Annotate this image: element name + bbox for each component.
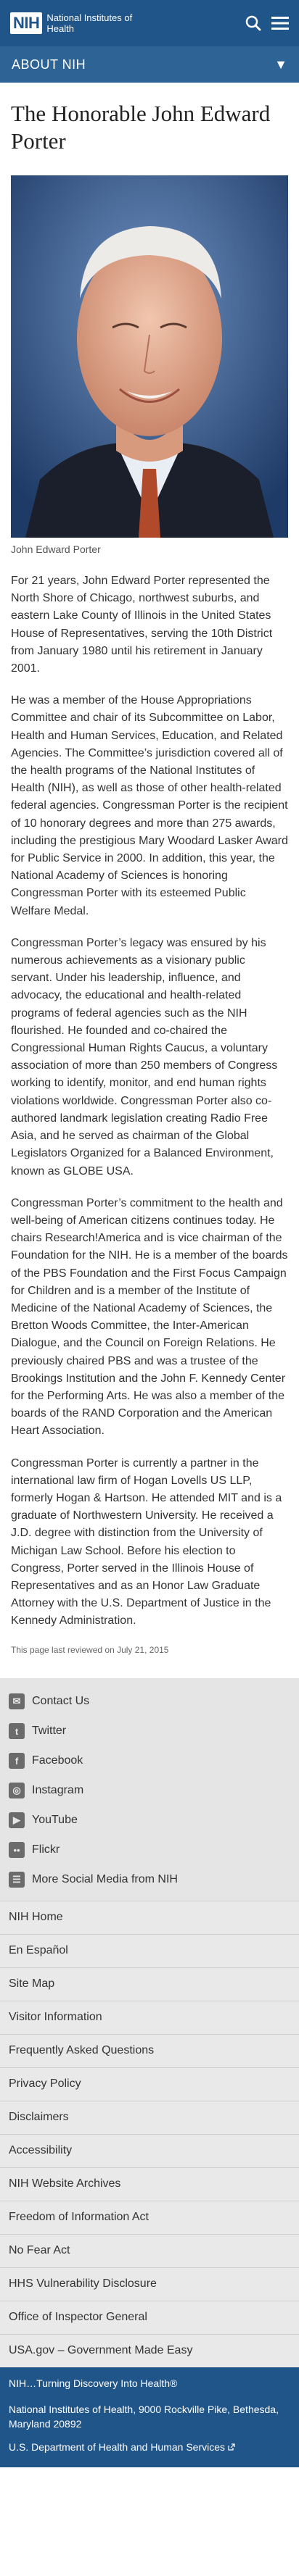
site-header: NIH National Institutes of Health xyxy=(0,0,299,46)
footer-link-faq[interactable]: Frequently Asked Questions xyxy=(0,2033,299,2067)
external-link-icon xyxy=(228,2440,235,2454)
footer-address: National Institutes of Health, 9000 Rock… xyxy=(9,2403,279,2430)
footer-link-nih-home[interactable]: NIH Home xyxy=(0,1900,299,1934)
footer-link-accessibility[interactable]: Accessibility xyxy=(0,2133,299,2167)
social-more[interactable]: ☰ More Social Media from NIH xyxy=(0,1865,299,1895)
paragraph: For 21 years, John Edward Porter represe… xyxy=(11,575,273,675)
footer-link-website-archives[interactable]: NIH Website Archives xyxy=(0,2167,299,2201)
footer-link-foia[interactable]: Freedom of Information Act xyxy=(0,2200,299,2234)
chevron-down-icon: ▼ xyxy=(274,57,287,72)
social-label: Contact Us xyxy=(32,1695,90,1708)
envelope-icon: ✉ xyxy=(9,1693,25,1710)
social-contact-us[interactable]: ✉ Contact Us xyxy=(0,1687,299,1717)
section-label: ABOUT NIH xyxy=(12,57,86,72)
paragraph: Congressman Porter’s commitment to the h… xyxy=(11,1196,288,1438)
last-reviewed-date: This page last reviewed on July 21, 2015 xyxy=(11,1644,169,1655)
main-content: The Honorable John Edward Porter John Ed… xyxy=(0,100,299,1655)
social-youtube[interactable]: ▶ YouTube xyxy=(0,1806,299,1835)
paragraph: Congressman Porter is currently a partne… xyxy=(11,1456,282,1627)
footer-tagline: NIH…Turning Discovery Into Health® xyxy=(9,2377,178,2389)
paragraph: He was a member of the House Appropriati… xyxy=(11,694,288,917)
menu-icon[interactable] xyxy=(271,16,289,30)
twitter-icon: t xyxy=(9,1723,25,1740)
social-facebook[interactable]: f Facebook xyxy=(0,1746,299,1776)
footer-link-espanol[interactable]: En Español xyxy=(0,1933,299,1967)
image-caption: John Edward Porter xyxy=(11,543,101,555)
hhs-label: U.S. Department of Health and Human Serv… xyxy=(9,2440,226,2453)
paragraph: Congressman Porter’s legacy was ensured … xyxy=(11,936,278,1177)
logo-name: National Institutes of Health xyxy=(46,12,133,34)
footer-link-hhs-vulnerability[interactable]: HHS Vulnerability Disclosure xyxy=(0,2267,299,2301)
footer-links: NIH Home En Español Site Map Visitor Inf… xyxy=(0,1900,299,2367)
logo-abbrev: NIH xyxy=(10,12,43,34)
social-label: Facebook xyxy=(32,1754,83,1767)
youtube-icon: ▶ xyxy=(9,1812,25,1829)
social-label: Flickr xyxy=(32,1843,60,1856)
search-icon[interactable] xyxy=(245,15,261,31)
article-body: For 21 years, John Edward Porter represe… xyxy=(11,572,288,1630)
social-label: Twitter xyxy=(32,1725,67,1738)
footer-link-disclaimers[interactable]: Disclaimers xyxy=(0,2100,299,2134)
social-flickr[interactable]: •• Flickr xyxy=(0,1835,299,1865)
instagram-icon: ◎ xyxy=(9,1783,25,1799)
nih-logo[interactable]: NIH National Institutes of Health xyxy=(10,12,134,34)
about-nih-section-toggle[interactable]: ABOUT NIH ▼ xyxy=(0,46,299,83)
hhs-link[interactable]: U.S. Department of Health and Human Serv… xyxy=(9,2440,290,2454)
footer-link-no-fear-act[interactable]: No Fear Act xyxy=(0,2233,299,2267)
footer-link-privacy-policy[interactable]: Privacy Policy xyxy=(0,2067,299,2101)
social-twitter[interactable]: t Twitter xyxy=(0,1717,299,1746)
bottom-footer: NIH…Turning Discovery Into Health® Natio… xyxy=(0,2367,299,2467)
social-label: More Social Media from NIH xyxy=(32,1873,178,1886)
social-media-icon: ☰ xyxy=(9,1872,25,1888)
footer-link-inspector-general[interactable]: Office of Inspector General xyxy=(0,2300,299,2334)
facebook-icon: f xyxy=(9,1753,25,1770)
footer-link-site-map[interactable]: Site Map xyxy=(0,1967,299,2001)
flickr-icon: •• xyxy=(9,1842,25,1859)
social-label: YouTube xyxy=(32,1814,78,1827)
social-label: Instagram xyxy=(32,1784,84,1797)
footer-link-usa-gov[interactable]: USA.gov – Government Made Easy xyxy=(0,2333,299,2367)
social-links: ✉ Contact Us t Twitter f Facebook ◎ Inst… xyxy=(0,1677,299,1901)
footer-link-visitor-information[interactable]: Visitor Information xyxy=(0,2000,299,2034)
social-instagram[interactable]: ◎ Instagram xyxy=(0,1776,299,1806)
page-title: The Honorable John Edward Porter xyxy=(11,101,271,154)
portrait-image xyxy=(11,175,288,538)
